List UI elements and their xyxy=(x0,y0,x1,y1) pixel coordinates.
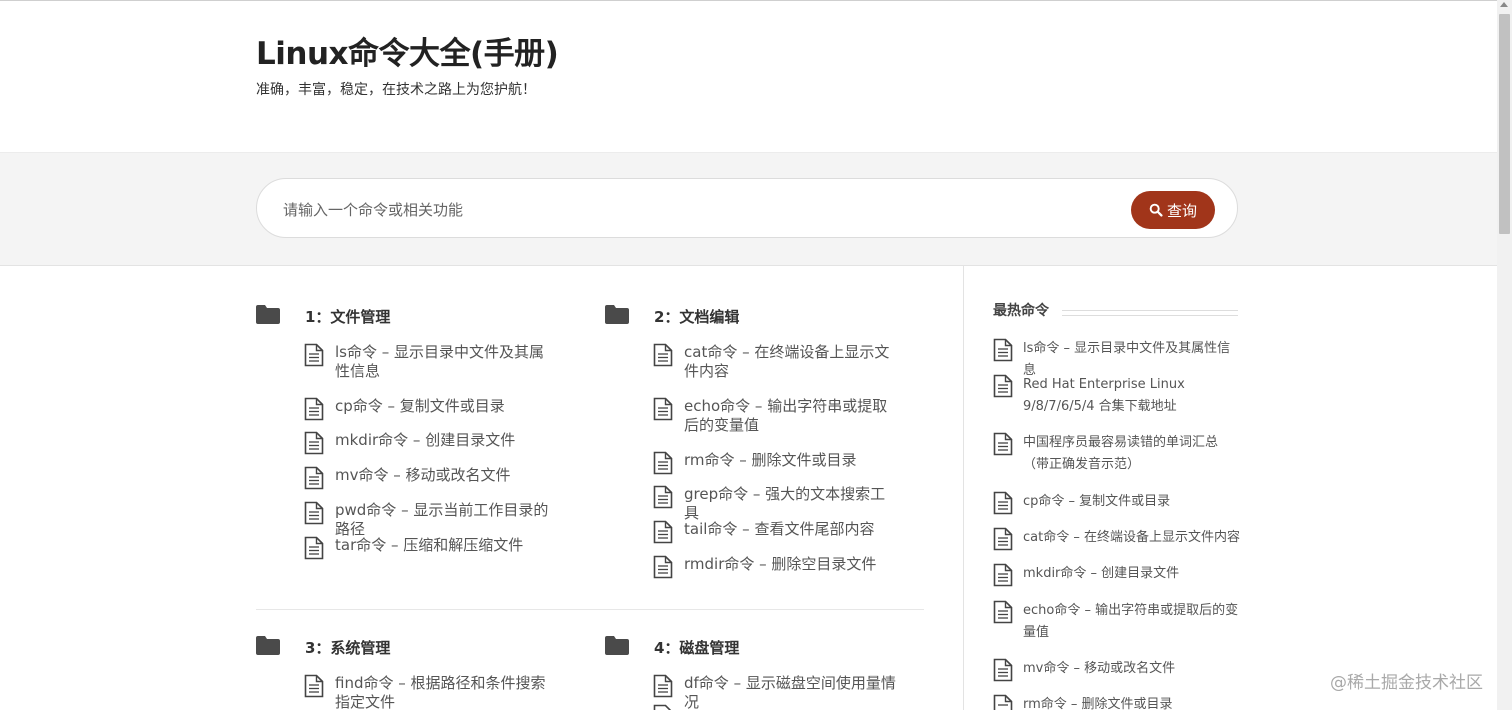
search-icon xyxy=(1149,203,1163,217)
command-label: mkdir命令 – 创建目录文件 xyxy=(335,431,516,449)
category-header: 3：系统管理 xyxy=(256,634,586,660)
document-icon xyxy=(993,338,1013,362)
hot-command-link[interactable]: echo命令 – 输出字符串或提取后的变量值 xyxy=(993,600,1243,644)
document-icon xyxy=(993,374,1013,398)
document-icon xyxy=(653,520,673,544)
command-label: echo命令 – 输出字符串或提取后的变量值 xyxy=(684,397,888,434)
command-label: tar命令 – 压缩和解压缩文件 xyxy=(335,536,524,554)
document-icon xyxy=(304,674,324,698)
command-label: tail命令 – 查看文件尾部内容 xyxy=(684,520,875,538)
document-icon xyxy=(993,694,1013,710)
document-icon xyxy=(653,397,673,421)
category-title[interactable]: 3：系统管理 xyxy=(305,637,390,658)
command-link[interactable]: echo命令 – 输出字符串或提取后的变量值 xyxy=(653,397,899,435)
command-link[interactable]: rm命令 – 删除文件或目录 xyxy=(653,451,899,475)
category-file-management: 1：文件管理 ls命令 – 显示目录中文件及其属性信息 cp命令 – 复制文件或… xyxy=(256,303,586,573)
command-link[interactable]: ls命令 – 显示目录中文件及其属性信息 xyxy=(304,343,550,381)
hot-command-label: mv命令 – 移动或改名文件 xyxy=(1023,661,1176,676)
hot-command-label: cat命令 – 在终端设备上显示文件内容 xyxy=(1023,530,1240,545)
command-label: ls命令 – 显示目录中文件及其属性信息 xyxy=(335,343,545,380)
category-header: 2：文档编辑 xyxy=(605,303,935,329)
document-icon xyxy=(993,491,1013,515)
hot-command-link[interactable]: cp命令 – 复制文件或目录 xyxy=(993,491,1243,515)
document-icon xyxy=(304,536,324,560)
command-link[interactable]: grep命令 – 强大的文本搜索工具 xyxy=(653,485,899,523)
command-link[interactable]: rmdir命令 – 删除空目录文件 xyxy=(653,555,899,579)
command-label: pwd命令 – 显示当前工作目录的路径 xyxy=(335,501,549,538)
hot-command-label: cp命令 – 复制文件或目录 xyxy=(1023,494,1171,509)
sidebar-divider xyxy=(963,265,964,710)
document-icon xyxy=(304,466,324,490)
hot-command-label: 中国程序员最容易读错的单词汇总（带正确发音示范） xyxy=(1023,435,1219,472)
document-icon xyxy=(653,343,673,367)
document-icon xyxy=(653,485,673,509)
site-title[interactable]: Linux命令大全(手册) xyxy=(256,28,559,73)
command-label: grep命令 – 强大的文本搜索工具 xyxy=(684,485,886,522)
document-icon xyxy=(653,674,673,698)
command-link[interactable]: find命令 – 根据路径和条件搜索指定文件 xyxy=(304,674,550,710)
sidebar-title: 最热命令 xyxy=(993,303,1049,319)
command-label: mv命令 – 移动或改名文件 xyxy=(335,466,511,484)
hot-command-label: rm命令 – 删除文件或目录 xyxy=(1023,697,1173,710)
folder-icon xyxy=(605,636,629,655)
command-link[interactable]: df命令 – 显示磁盘空间使用量情况 xyxy=(653,674,899,710)
scrollbar-thumb[interactable] xyxy=(1499,14,1510,234)
command-link[interactable]: pwd命令 – 显示当前工作目录的路径 xyxy=(304,501,550,539)
category-title[interactable]: 2：文档编辑 xyxy=(654,306,739,327)
category-title[interactable]: 4：磁盘管理 xyxy=(654,637,739,658)
document-icon xyxy=(653,451,673,475)
command-link[interactable]: cat命令 – 在终端设备上显示文件内容 xyxy=(653,343,899,381)
command-label: rm命令 – 删除文件或目录 xyxy=(684,451,857,469)
folder-icon xyxy=(605,305,629,324)
search-button-label: 查询 xyxy=(1166,201,1197,220)
command-link[interactable]: tar命令 – 压缩和解压缩文件 xyxy=(304,536,550,560)
command-label: cp命令 – 复制文件或目录 xyxy=(335,397,505,415)
command-label: find命令 – 根据路径和条件搜索指定文件 xyxy=(335,674,546,710)
search-form: 查询 xyxy=(256,178,1238,238)
category-disk-management: 4：磁盘管理 df命令 – 显示磁盘空间使用量情况 xyxy=(605,634,935,710)
folder-icon xyxy=(256,636,280,655)
hot-command-link[interactable]: cat命令 – 在终端设备上显示文件内容 xyxy=(993,527,1243,551)
command-link[interactable]: tail命令 – 查看文件尾部内容 xyxy=(653,520,899,544)
top-border xyxy=(0,0,1497,1)
document-icon xyxy=(993,432,1013,456)
document-icon xyxy=(653,555,673,579)
scroll-up-arrow-icon[interactable] xyxy=(1500,2,1508,7)
hot-command-label: echo命令 – 输出字符串或提取后的变量值 xyxy=(1023,603,1239,640)
section-divider xyxy=(256,609,924,610)
document-icon xyxy=(993,563,1013,587)
hot-command-link[interactable]: 中国程序员最容易读错的单词汇总（带正确发音示范） xyxy=(993,432,1243,476)
folder-icon xyxy=(256,305,280,324)
document-icon xyxy=(304,343,324,367)
sidebar-title-rule xyxy=(1062,310,1238,316)
document-icon xyxy=(304,397,324,421)
command-link[interactable]: cp命令 – 复制文件或目录 xyxy=(304,397,550,421)
hot-command-link[interactable]: rm命令 – 删除文件或目录 xyxy=(993,694,1243,710)
search-input[interactable] xyxy=(281,197,1105,223)
document-icon xyxy=(304,501,324,525)
category-header: 1：文件管理 xyxy=(256,303,586,329)
hot-command-link[interactable]: mv命令 – 移动或改名文件 xyxy=(993,658,1243,682)
site-tagline: 准确，丰富，稳定，在技术之路上为您护航！ xyxy=(256,82,536,98)
category-document-editing: 2：文档编辑 cat命令 – 在终端设备上显示文件内容 echo命令 – 输出字… xyxy=(605,303,935,583)
watermark: @稀土掘金技术社区 xyxy=(1330,673,1483,693)
document-icon xyxy=(993,600,1013,624)
document-icon xyxy=(304,431,324,455)
command-label: df命令 – 显示磁盘空间使用量情况 xyxy=(684,674,896,710)
category-title[interactable]: 1：文件管理 xyxy=(305,306,390,327)
hot-command-link[interactable]: mkdir命令 – 创建目录文件 xyxy=(993,563,1243,587)
hot-command-link[interactable]: Red Hat Enterprise Linux 9/8/7/6/5/4 合集下… xyxy=(993,374,1243,418)
command-label: cat命令 – 在终端设备上显示文件内容 xyxy=(684,343,890,380)
hot-command-label: mkdir命令 – 创建目录文件 xyxy=(1023,566,1180,581)
command-link[interactable]: mv命令 – 移动或改名文件 xyxy=(304,466,550,490)
search-button[interactable]: 查询 xyxy=(1131,191,1215,229)
command-label: rmdir命令 – 删除空目录文件 xyxy=(684,555,877,573)
category-system-management: 3：系统管理 find命令 – 根据路径和条件搜索指定文件 xyxy=(256,634,586,710)
category-header: 4：磁盘管理 xyxy=(605,634,935,660)
document-icon xyxy=(653,704,672,710)
document-icon xyxy=(993,658,1013,682)
hot-command-label: Red Hat Enterprise Linux 9/8/7/6/5/4 合集下… xyxy=(1023,377,1185,414)
document-icon xyxy=(993,527,1013,551)
command-link[interactable]: mkdir命令 – 创建目录文件 xyxy=(304,431,550,455)
